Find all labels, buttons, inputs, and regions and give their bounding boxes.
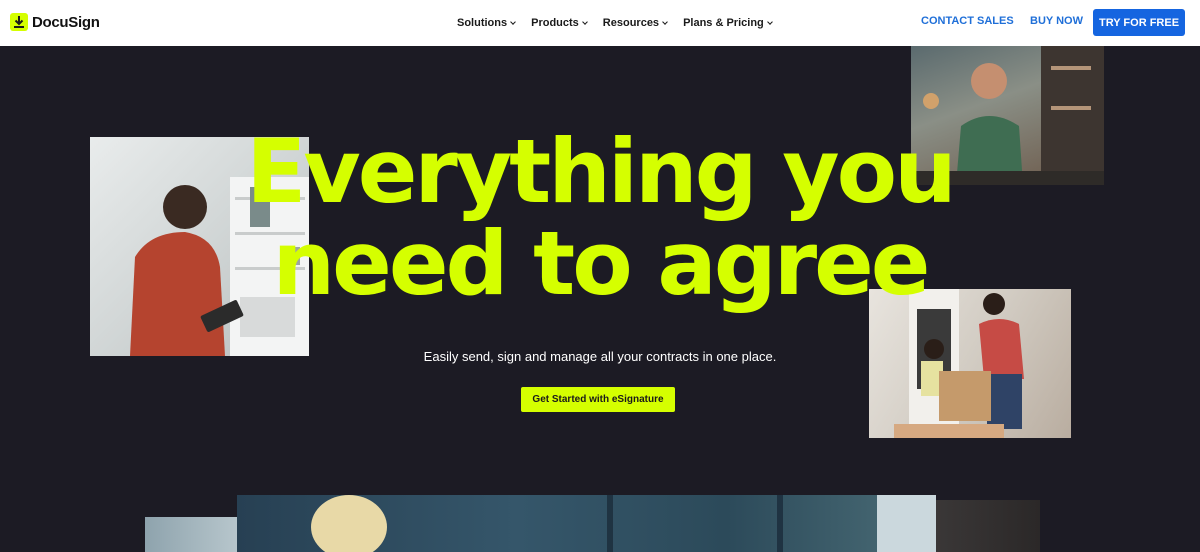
bottom-photo-right [936,500,1040,552]
main-nav: Solutions Products Resources Plans & Pri… [457,0,788,46]
logo-wordmark: DocuSign [32,13,100,31]
buy-now-link[interactable]: BUY NOW [1030,15,1083,27]
nav-solutions[interactable]: Solutions [457,17,516,29]
chevron-down-icon [510,19,516,25]
bottom-photo-left [145,517,237,552]
nav-plans-pricing[interactable]: Plans & Pricing [683,17,773,29]
nav-label: Products [531,17,579,29]
nav-label: Solutions [457,17,508,29]
nav-resources[interactable]: Resources [602,17,668,29]
nav-label: Plans & Pricing [683,17,764,29]
download-arrow-icon [10,13,28,31]
chevron-down-icon [662,19,668,25]
docusign-logo[interactable]: DocuSign [10,13,100,31]
hero-subtitle: Easily send, sign and manage all your co… [423,349,777,364]
bottom-photo-lamp [237,495,936,552]
hero-title-line-2: need to agree [272,212,931,315]
hero-title: Everything you need to agree [0,126,1200,310]
chevron-down-icon [581,19,588,25]
contact-sales-link[interactable]: CONTACT SALES [921,15,1014,27]
chevron-down-icon [766,19,773,25]
get-started-esignature-button[interactable]: Get Started with eSignature [521,387,675,412]
try-for-free-button[interactable]: TRY FOR FREE [1093,9,1185,36]
nav-products[interactable]: Products [531,17,588,29]
hero-title-line-1: Everything you [246,120,957,223]
nav-label: Resources [602,17,660,29]
site-header: DocuSign Solutions Products Resources Pl… [0,0,1200,46]
